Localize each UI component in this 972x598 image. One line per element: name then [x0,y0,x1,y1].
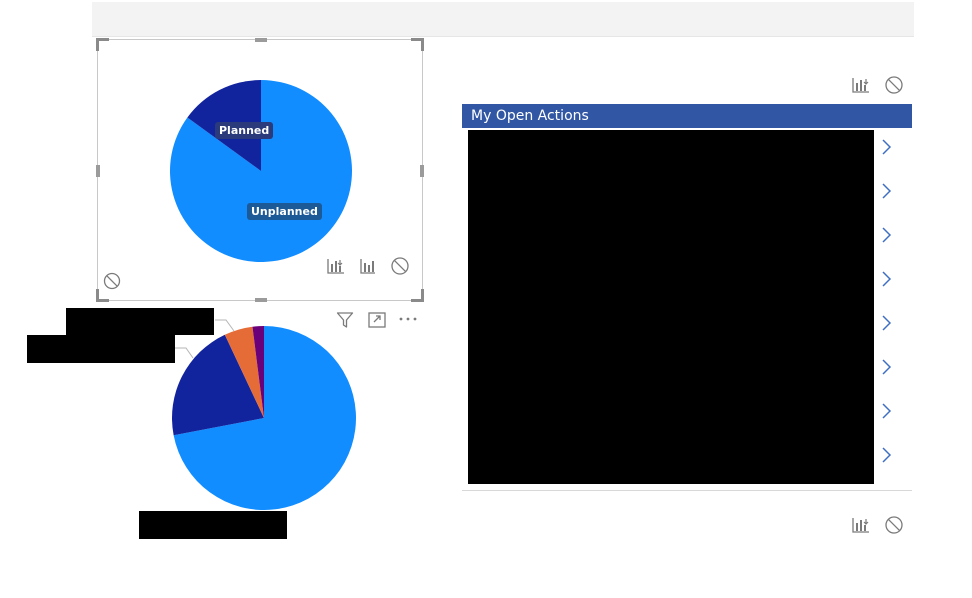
see-records-icon[interactable] [851,76,871,94]
redacted-label [66,308,214,335]
open-actions-title: My Open Actions [462,104,912,128]
chevron-right-icon[interactable] [880,137,894,157]
pie-chart-2[interactable] [172,326,356,510]
chevron-right-icon[interactable] [880,401,894,421]
redacted-label [139,511,287,539]
redacted-label [27,335,175,363]
redacted-actions-list [468,130,874,484]
chevron-right-icon[interactable] [880,357,894,377]
chevron-right-icon[interactable] [880,181,894,201]
chevron-right-icon[interactable] [880,269,894,289]
no-filter-icon[interactable] [884,515,904,535]
no-filter-icon[interactable] [884,75,904,95]
chevron-right-icon[interactable] [880,445,894,465]
see-records-icon[interactable] [851,516,871,534]
open-actions-divider [462,490,912,491]
chevron-right-icon[interactable] [880,225,894,245]
chevron-right-icon[interactable] [880,313,894,333]
